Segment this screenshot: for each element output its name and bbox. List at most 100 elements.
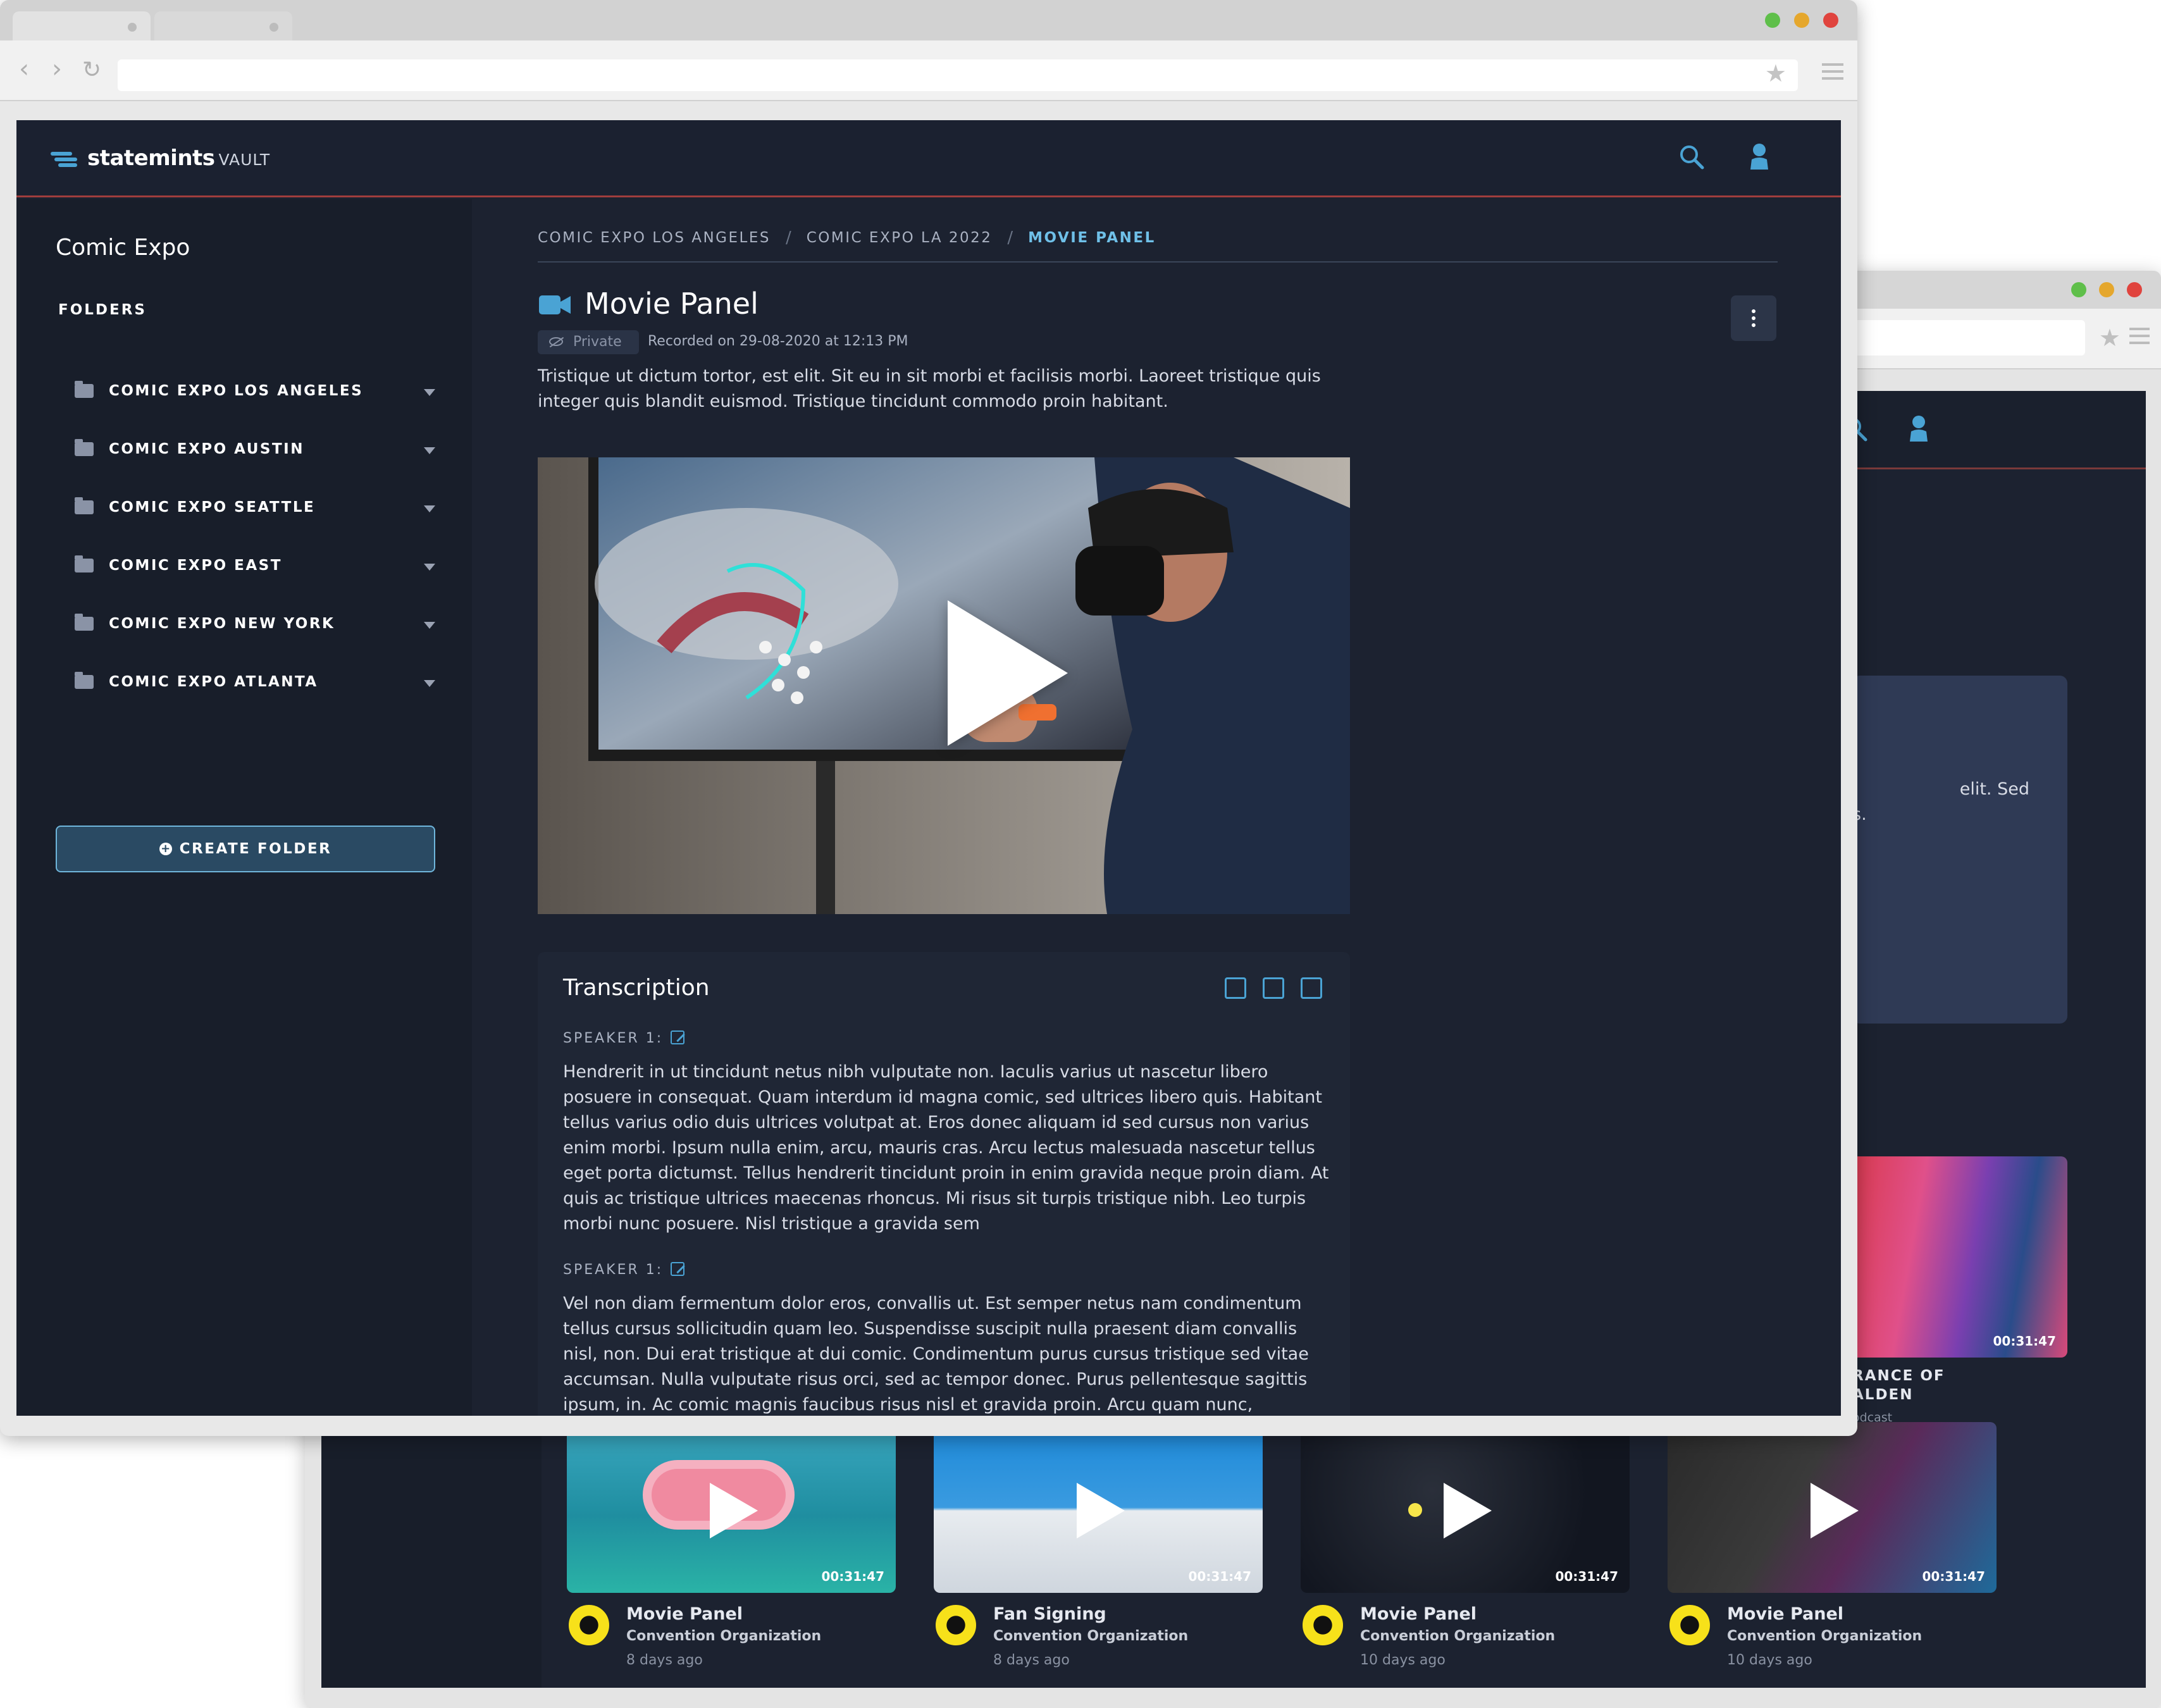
caret-down-icon[interactable] bbox=[424, 389, 435, 396]
video-thumbnail[interactable]: 00:31:47 bbox=[1301, 1422, 1630, 1593]
eye-slash-icon bbox=[549, 337, 563, 346]
window-minimize-button[interactable] bbox=[1794, 13, 1809, 28]
card-title[interactable]: Movie Panel bbox=[1727, 1604, 1843, 1624]
bookmark-star-icon[interactable]: ★ bbox=[1765, 59, 1786, 87]
channel-avatar[interactable] bbox=[934, 1603, 978, 1647]
reload-icon[interactable]: ↻ bbox=[82, 57, 101, 83]
bookmark-star-icon[interactable]: ★ bbox=[2099, 324, 2121, 352]
recorded-timestamp: Recorded on 29-08-2020 at 12:13 PM bbox=[648, 333, 908, 349]
folder-item[interactable]: COMIC EXPO EAST bbox=[75, 551, 435, 583]
search-icon[interactable] bbox=[1679, 144, 1704, 170]
tab-bar bbox=[0, 0, 1857, 40]
create-folder-button[interactable]: + CREATE FOLDER bbox=[56, 826, 435, 872]
back-window-maximize-button[interactable] bbox=[2071, 282, 2086, 297]
edit-icon[interactable] bbox=[671, 1030, 684, 1044]
caret-down-icon[interactable] bbox=[424, 447, 435, 454]
transcription-panel: Transcription SPEAKER 1: Hendrerit in ut… bbox=[538, 952, 1350, 1416]
back-window-close-button[interactable] bbox=[2127, 282, 2142, 297]
tab-close-icon[interactable] bbox=[269, 23, 278, 32]
caret-down-icon[interactable] bbox=[424, 622, 435, 629]
video-player[interactable] bbox=[538, 457, 1350, 914]
breadcrumb-item[interactable]: COMIC EXPO LA 2022 bbox=[807, 230, 993, 246]
play-icon[interactable] bbox=[1077, 1483, 1125, 1538]
folder-icon bbox=[75, 614, 94, 631]
folders-label: FOLDERS bbox=[58, 302, 147, 318]
download-pdf-icon[interactable] bbox=[1225, 977, 1246, 999]
breadcrumb-separator: / bbox=[785, 228, 791, 247]
back-arrow-icon[interactable]: ‹ bbox=[19, 54, 29, 84]
back-window-minimize-button[interactable] bbox=[2099, 282, 2114, 297]
app-viewport: statemints VAULT Comic Expo FOLDERS COMI… bbox=[16, 120, 1841, 1416]
card-title[interactable]: Fan Signing bbox=[993, 1604, 1106, 1624]
user-icon[interactable] bbox=[1908, 415, 1929, 442]
card-title[interactable]: Movie Panel bbox=[1360, 1604, 1477, 1624]
brand-sub: VAULT bbox=[218, 151, 271, 169]
external-link-icon[interactable] bbox=[1301, 977, 1322, 999]
kebab-dot bbox=[1752, 323, 1755, 327]
window-close-button[interactable] bbox=[1823, 13, 1838, 28]
sidebar-title: Comic Expo bbox=[56, 235, 190, 261]
play-icon[interactable] bbox=[1811, 1483, 1859, 1538]
video-duration: 00:31:47 bbox=[1188, 1569, 1252, 1584]
play-icon[interactable] bbox=[948, 600, 1068, 746]
speaker-label: SPEAKER 1: bbox=[563, 1262, 664, 1278]
folder-icon bbox=[75, 672, 94, 689]
breadcrumb-item[interactable]: COMIC EXPO LOS ANGELES bbox=[538, 230, 771, 246]
window-maximize-button[interactable] bbox=[1765, 13, 1780, 28]
caret-down-icon[interactable] bbox=[424, 680, 435, 687]
video-duration: 00:31:47 bbox=[1922, 1569, 1986, 1584]
back-featured-panel: elit. Sed s. bbox=[1852, 676, 2067, 1024]
privacy-badge[interactable]: Private bbox=[538, 330, 639, 354]
folder-icon bbox=[75, 497, 94, 514]
video-duration: 00:31:47 bbox=[1555, 1569, 1619, 1584]
user-icon[interactable] bbox=[1749, 143, 1770, 170]
browser-window: ‹ › ↻ ★ statemints VAULT Comic Expo FOLD… bbox=[0, 0, 1857, 1436]
video-duration: 00:31:47 bbox=[1993, 1334, 2057, 1349]
play-icon[interactable] bbox=[710, 1483, 758, 1538]
download-doc-icon[interactable] bbox=[1263, 977, 1284, 999]
video-thumbnail[interactable]: 00:31:47 bbox=[934, 1422, 1263, 1593]
folder-item[interactable]: COMIC EXPO NEW YORK bbox=[75, 609, 435, 641]
edit-icon[interactable] bbox=[671, 1262, 684, 1276]
folder-label: COMIC EXPO EAST bbox=[109, 557, 282, 574]
folder-label: COMIC EXPO LOS ANGELES bbox=[109, 383, 364, 399]
statemints-logo-icon bbox=[51, 152, 77, 167]
card-age: 8 days ago bbox=[993, 1652, 1070, 1668]
tab-close-icon[interactable] bbox=[128, 23, 137, 32]
folder-item[interactable]: COMIC EXPO AUSTIN bbox=[75, 435, 435, 466]
thumbnail-image bbox=[1408, 1503, 1422, 1517]
folder-label: COMIC EXPO AUSTIN bbox=[109, 441, 304, 457]
channel-avatar[interactable] bbox=[567, 1603, 611, 1647]
card-title[interactable]: Movie Panel bbox=[626, 1604, 743, 1624]
caret-down-icon[interactable] bbox=[424, 564, 435, 571]
featured-title-line-2: ALDEN bbox=[1852, 1387, 1914, 1403]
speaker-label: SPEAKER 1: bbox=[563, 1030, 664, 1046]
brand-name: statemints bbox=[87, 145, 215, 171]
browser-tab[interactable] bbox=[13, 11, 151, 40]
video-thumbnail[interactable]: 00:31:47 bbox=[567, 1422, 896, 1593]
channel-avatar[interactable] bbox=[1301, 1603, 1345, 1647]
browser-menu-icon[interactable] bbox=[1822, 63, 1843, 80]
more-options-button[interactable] bbox=[1731, 295, 1776, 341]
featured-title-line-1: RANCE OF bbox=[1852, 1368, 1945, 1384]
breadcrumb-separator: / bbox=[1007, 228, 1013, 247]
folder-item[interactable]: COMIC EXPO LOS ANGELES bbox=[75, 376, 435, 408]
channel-avatar[interactable] bbox=[1668, 1603, 1712, 1647]
kebab-dot bbox=[1752, 316, 1755, 320]
plus-circle-icon: + bbox=[159, 843, 172, 855]
folder-item[interactable]: COMIC EXPO ATLANTA bbox=[75, 667, 435, 699]
play-icon[interactable] bbox=[1444, 1483, 1492, 1538]
featured-video-thumbnail[interactable]: 00:31:47 bbox=[1852, 1156, 2067, 1358]
folder-icon bbox=[75, 555, 94, 572]
create-folder-label: CREATE FOLDER bbox=[179, 841, 332, 857]
forward-arrow-icon[interactable]: › bbox=[52, 54, 62, 84]
back-menu-icon[interactable] bbox=[2129, 328, 2150, 344]
folder-item[interactable]: COMIC EXPO SEATTLE bbox=[75, 493, 435, 524]
browser-tab[interactable] bbox=[154, 11, 292, 40]
brand[interactable]: statemints VAULT bbox=[87, 145, 270, 171]
video-thumbnail[interactable]: 00:31:47 bbox=[1668, 1422, 1997, 1593]
card-organization: Convention Organization bbox=[1727, 1628, 1923, 1644]
caret-down-icon[interactable] bbox=[424, 505, 435, 512]
address-field[interactable] bbox=[118, 59, 1798, 91]
sidebar: Comic Expo FOLDERS COMIC EXPO LOS ANGELE… bbox=[16, 199, 472, 1416]
